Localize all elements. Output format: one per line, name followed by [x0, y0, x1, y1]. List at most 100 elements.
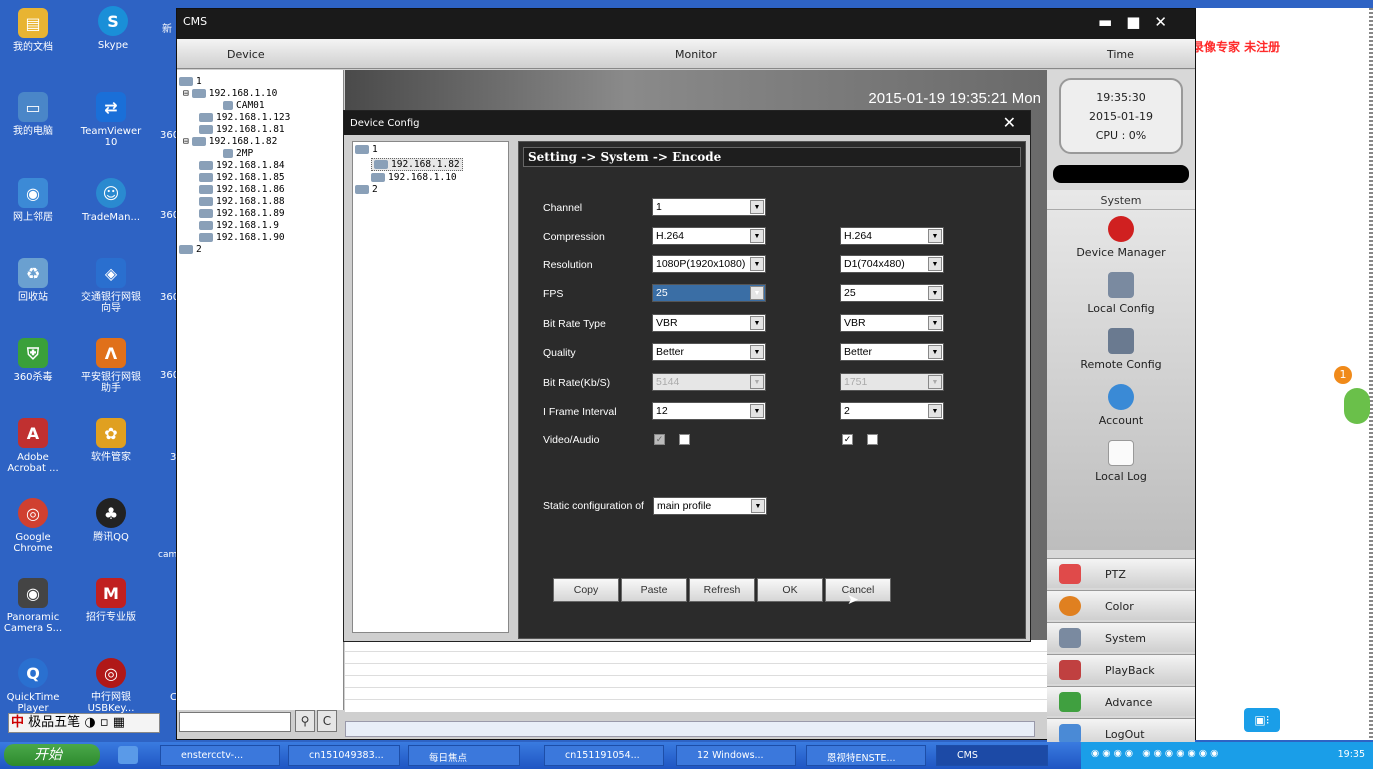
desktop-icon-qq[interactable]: ♣ 腾讯QQ	[80, 498, 142, 543]
desktop-icon-software-manager[interactable]: ✿ 软件管家	[80, 418, 142, 463]
static-config-select[interactable]: main profile ▼	[653, 497, 767, 515]
tray-icons[interactable]: ◉ ◉ ◉ ◉ ◉ ◉ ◉ ◉ ◉ ◉ ◉	[1091, 748, 1218, 759]
local-log-item[interactable]: Local Log	[1047, 440, 1195, 483]
video-audio-label: Video/Audio	[543, 434, 600, 446]
floating-assistant-icon[interactable]	[1344, 388, 1370, 424]
desktop-icon-chrome[interactable]: ◎ Google Chrome	[2, 498, 64, 554]
close-icon[interactable]: ✕	[1154, 13, 1181, 31]
main-compression-select[interactable]: H.264 ▼	[652, 227, 766, 245]
desktop-icon-network[interactable]: ◉ 网上邻居	[2, 178, 64, 223]
desktop-icon-panoramic[interactable]: ◉ Panoramic Camera S...	[2, 578, 64, 634]
main-bitrate-type-select[interactable]: VBR ▼	[652, 314, 766, 332]
tree-channel[interactable]: 2MP	[223, 148, 253, 159]
collapse-icon[interactable]: ⊟	[183, 88, 189, 99]
desktop-icon-acrobat[interactable]: A Adobe Acrobat ...	[2, 418, 64, 474]
refresh-tree-button[interactable]: C	[317, 710, 337, 732]
refresh-button[interactable]: Refresh	[689, 578, 755, 602]
desktop-icon-trademanager[interactable]: ☺ TradeMan...	[80, 178, 142, 223]
taskbar-item[interactable]: cn151191054...	[544, 745, 664, 766]
trademanager-icon: ☺	[96, 178, 126, 208]
tree-group[interactable]: 2	[355, 184, 378, 195]
desktop-icon-360-antivirus[interactable]: ⛨ 360杀毒	[2, 338, 64, 383]
main-quality-select[interactable]: Better ▼	[652, 343, 766, 361]
tree-device[interactable]: 192.168.1.81	[199, 124, 285, 135]
tree-device-selected[interactable]: 192.168.1.82	[371, 158, 463, 171]
advance-button[interactable]: Advance	[1047, 686, 1195, 716]
channel-select[interactable]: 1 ▼	[652, 198, 766, 216]
screen-recorder-float-icon[interactable]: ▣⁝	[1244, 708, 1280, 732]
account-item[interactable]: Account	[1047, 384, 1195, 427]
minimize-icon[interactable]: ▬	[1098, 13, 1126, 31]
extra-compression-select[interactable]: H.264 ▼	[840, 227, 944, 245]
taskbar-item[interactable]: 每日焦点	[408, 745, 520, 766]
extra-quality-select[interactable]: Better ▼	[840, 343, 944, 361]
tree-group[interactable]: 2	[179, 244, 202, 255]
window-controls: ▬■✕	[1098, 13, 1181, 31]
system-button[interactable]: System	[1047, 622, 1195, 652]
dialog-device-tree[interactable]: 1 192.168.1.82 192.168.1.10 2	[352, 141, 509, 633]
tree-device[interactable]: ⊟ 192.168.1.82	[183, 136, 277, 147]
paste-button[interactable]: Paste	[621, 578, 687, 602]
device-search-input[interactable]	[179, 712, 291, 732]
taskbar-item-cms[interactable]: CMS	[936, 745, 1048, 766]
horizontal-scrollbar[interactable]	[345, 721, 1035, 737]
ptz-button[interactable]: PTZ	[1047, 558, 1195, 588]
desktop-icon-bocom[interactable]: ◈ 交通银行网银向导	[80, 258, 142, 314]
notification-badge-icon[interactable]: 1	[1334, 366, 1352, 384]
tree-channel[interactable]: CAM01	[223, 100, 265, 111]
tree-device[interactable]: 192.168.1.10	[371, 172, 457, 183]
users-icon	[1108, 384, 1134, 410]
desktop-icon-recycle-bin[interactable]: ♻ 回收站	[2, 258, 64, 303]
start-button[interactable]: 开始	[4, 744, 100, 766]
tree-device[interactable]: 192.168.1.84	[199, 160, 285, 171]
extra-video-checkbox[interactable]: ✓	[842, 434, 853, 445]
boc-icon: ◎	[96, 658, 126, 688]
dialog-close-icon[interactable]: ✕	[1003, 113, 1016, 132]
desktop-icon-boc[interactable]: ◎ 中行网银 USBKey...	[80, 658, 142, 714]
search-button[interactable]: ⚲	[295, 710, 315, 732]
ok-button[interactable]: OK	[757, 578, 823, 602]
tree-device[interactable]: 192.168.1.88	[199, 196, 285, 207]
main-audio-checkbox[interactable]	[679, 434, 690, 445]
taskbar-item[interactable]: 恩视特ENSTE...	[806, 745, 926, 766]
maximize-icon[interactable]: ■	[1126, 13, 1154, 31]
ime-settings-icon[interactable]: ◑ ▫ ▦	[84, 715, 125, 730]
desktop-icon-pingan[interactable]: Λ 平安银行网银助手	[80, 338, 142, 394]
desktop-icon-cmb[interactable]: M 招行专业版	[80, 578, 142, 623]
color-button[interactable]: Color	[1047, 590, 1195, 620]
tree-group[interactable]: 1	[179, 76, 202, 87]
remote-config-item[interactable]: Remote Config	[1047, 328, 1195, 371]
playback-button[interactable]: PlayBack	[1047, 654, 1195, 684]
collapse-icon[interactable]: ⊟	[183, 136, 189, 147]
device-tree[interactable]: 1 ⊟ 192.168.1.10 CAM01 192.168.1.123 192.…	[177, 70, 344, 710]
desktop-icon-computer[interactable]: ▭ 我的电脑	[2, 92, 64, 137]
tree-device[interactable]: 192.168.1.123	[199, 112, 290, 123]
extra-iframe-select[interactable]: 2 ▼	[840, 402, 944, 420]
desktop-icon-skype[interactable]: S Skype	[82, 6, 144, 51]
tree-device[interactable]: 192.168.1.9	[199, 220, 279, 231]
local-config-item[interactable]: Local Config	[1047, 272, 1195, 315]
tree-group[interactable]: 1	[355, 144, 378, 155]
desktop-icon-documents[interactable]: ▤ 我的文档	[2, 8, 64, 53]
tree-device[interactable]: 192.168.1.86	[199, 184, 285, 195]
tree-device[interactable]: 192.168.1.89	[199, 208, 285, 219]
extra-audio-checkbox[interactable]	[867, 434, 878, 445]
tree-device[interactable]: 192.168.1.90	[199, 232, 285, 243]
extra-fps-select[interactable]: 25 ▼	[840, 284, 944, 302]
taskbar-item[interactable]: 12 Windows...	[676, 745, 796, 766]
main-fps-select[interactable]: 25 ▼	[652, 284, 766, 302]
extra-bitrate-type-select[interactable]: VBR ▼	[840, 314, 944, 332]
ime-bar[interactable]: 中 极品五笔 ◑ ▫ ▦	[8, 713, 160, 733]
copy-button[interactable]: Copy	[553, 578, 619, 602]
taskbar-item[interactable]: cn151049383...	[288, 745, 400, 766]
quicklaunch-icon[interactable]	[118, 746, 138, 764]
taskbar-item[interactable]: enstercctv-...	[160, 745, 280, 766]
desktop-icon-quicktime[interactable]: Q QuickTime Player	[2, 658, 64, 714]
desktop-icon-teamviewer[interactable]: ⇄ TeamViewer 10	[80, 92, 142, 148]
main-resolution-select[interactable]: 1080P(1920x1080) ▼	[652, 255, 766, 273]
device-manager-item[interactable]: Device Manager	[1047, 216, 1195, 259]
tree-device[interactable]: ⊟ 192.168.1.10	[183, 88, 277, 99]
tree-device[interactable]: 192.168.1.85	[199, 172, 285, 183]
main-iframe-select[interactable]: 12 ▼	[652, 402, 766, 420]
extra-resolution-select[interactable]: D1(704x480) ▼	[840, 255, 944, 273]
